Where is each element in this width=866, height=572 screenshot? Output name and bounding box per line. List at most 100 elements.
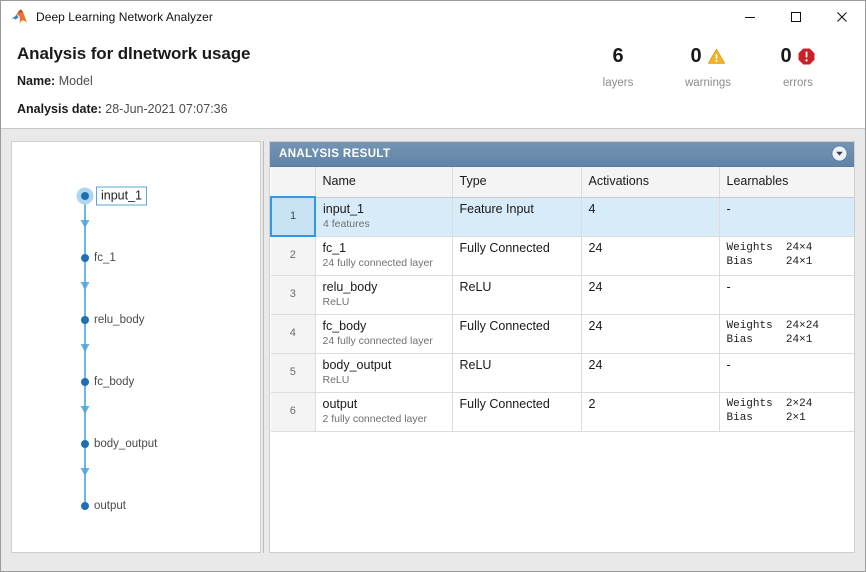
row-index-cell[interactable]: 5 [271,353,316,393]
layer-type-cell[interactable]: ReLU [452,353,582,393]
table-row[interactable]: 4 fc_body 24 fully connected layer Fully Co… [271,314,854,354]
graph-edge-arrow-icon [80,468,90,476]
graph-node[interactable] [81,316,89,324]
chevron-down-circle-icon [831,145,848,162]
layer-name-cell[interactable]: body_output ReLU [315,353,453,393]
layer-activations-cell[interactable]: 24 [581,236,720,276]
learnable-entry: Bias 24×1 [726,255,813,268]
table-row[interactable]: 1 input_1 4 features Feature Input 4- [270,196,854,237]
graph-node-label[interactable]: relu_body [94,314,145,326]
graph-node[interactable] [81,254,89,262]
row-index-cell[interactable]: 4 [271,314,316,354]
warning-triangle-icon [707,48,725,64]
graph-edge-arrow-icon [80,406,90,414]
close-button[interactable] [819,1,865,32]
layer-learnables-cell[interactable]: Weights 2×24 Bias 2×1 [719,392,854,432]
layer-type-cell[interactable]: Fully Connected [452,392,582,432]
layer-activations-cell[interactable]: 2 [581,392,720,432]
layer-learnables-cell[interactable]: - [719,275,854,315]
analysis-date-line: Analysis date: 28-Jun-2021 07:07:36 [17,102,228,116]
layer-activations-cell[interactable]: 24 [581,275,720,315]
column-header-activations[interactable]: Activations [581,167,720,198]
layer-learnables-cell[interactable]: - [719,197,854,237]
layer-type-cell[interactable]: Fully Connected [452,236,582,276]
minimize-button[interactable] [727,1,773,32]
learnable-empty: - [726,357,731,372]
matlab-logo-icon [10,8,28,26]
analysis-result-panel: ANALYSIS RESULT Name Type Activations Le… [269,141,855,553]
stat-warnings-label: warnings [684,77,732,89]
layer-name-cell[interactable]: output 2 fully connected layer [315,392,453,432]
row-index-cell[interactable]: 3 [271,275,316,315]
minimize-icon [745,16,755,18]
table-row[interactable]: 3 relu_body ReLU ReLU 24- [271,275,854,315]
column-header-index[interactable] [271,167,316,198]
layer-activations-cell[interactable]: 24 [581,353,720,393]
graph-node[interactable] [81,440,89,448]
analysis-result-title: ANALYSIS RESULT [279,148,391,160]
row-index-cell[interactable]: 6 [271,392,316,432]
model-name-label: Name: [17,74,56,88]
stat-layers: 6 layers [573,42,663,89]
analysis-result-header: ANALYSIS RESULT [270,142,854,167]
analysis-date-value: 28-Jun-2021 07:07:36 [105,102,228,116]
layer-name-cell[interactable]: fc_body 24 fully connected layer [315,314,453,354]
window-title: Deep Learning Network Analyzer [36,9,213,24]
analysis-header: Analysis for dlnetwork usage Name: Model… [1,32,865,129]
stat-errors-top: 0 [780,42,815,70]
layer-name-cell[interactable]: relu_body ReLU [315,275,453,315]
column-header-learnables[interactable]: Learnables [719,167,854,198]
network-diagram-panel[interactable]: input_1 fc_1 relu_body fc_body body_outputou… [11,141,261,553]
app-window: Deep Learning Network Analyzer Analysis … [0,0,866,572]
graph-node-label[interactable]: body_output [94,438,157,450]
layer-name: output [322,396,358,411]
layer-activations-cell[interactable]: 4 [581,197,720,237]
maximize-button[interactable] [773,1,819,32]
column-header-type[interactable]: Type [452,167,582,198]
layer-name-cell[interactable]: input_1 4 features [315,197,453,237]
close-icon [837,11,847,22]
layer-type-cell[interactable]: ReLU [452,275,582,315]
layer-description: 2 fully connected layer [322,412,427,425]
row-index-cell[interactable]: 2 [271,236,316,276]
stat-layers-top: 6 [612,42,623,70]
row-index-cell[interactable]: 1 [270,196,316,237]
layer-type-cell[interactable]: Feature Input [452,197,582,237]
layer-activations-cell[interactable]: 24 [581,314,720,354]
layers-table: Name Type Activations Learnables 1 input_… [270,167,854,432]
graph-node-label[interactable]: fc_1 [94,252,116,264]
column-header-name[interactable]: Name [315,167,453,198]
layer-description: ReLU [322,295,350,308]
collapse-button[interactable] [831,145,848,162]
layer-name-cell[interactable]: fc_1 24 fully connected layer [315,236,453,276]
graph-edge-arrow-icon [80,220,90,228]
layer-description: ReLU [322,373,350,386]
graph-node[interactable] [81,378,89,386]
graph-node[interactable] [81,192,89,200]
graph-node-label[interactable]: input_1 [96,186,148,206]
table-row[interactable]: 5 body_output ReLU ReLU 24- [271,353,854,393]
layer-name: input_1 [323,201,365,216]
table-row[interactable]: 2 fc_1 24 fully connected layer Fully Conne… [271,236,854,276]
layer-description: 24 fully connected layer [322,256,433,269]
stat-errors-label: errors [782,77,814,89]
layer-description: 24 fully connected layer [322,334,433,347]
learnable-entry: Bias 24×1 [726,333,813,346]
graph-node-label[interactable]: output [94,500,126,512]
layer-learnables-cell[interactable]: Weights 24×24 Bias 24×1 [719,314,854,354]
stat-layers-label: layers [602,77,634,89]
learnable-entry: Weights 2×24 [726,397,813,410]
stat-warnings-value: 0 [690,45,702,67]
graph-edges [80,196,90,506]
graph-edge-arrow-icon [80,344,90,352]
graph-node[interactable] [81,502,89,510]
graph-node-label[interactable]: fc_body [94,376,134,388]
panel-splitter[interactable] [263,141,264,553]
stat-warnings-top: 0 [690,42,725,70]
layer-learnables-cell[interactable]: - [719,353,854,393]
layer-name: fc_body [322,318,367,333]
table-row[interactable]: 6 output 2 fully connected layer Fully Conn… [271,392,854,432]
layer-type-cell[interactable]: Fully Connected [452,314,582,354]
graph-edge-arrow-icon [80,282,90,290]
layer-learnables-cell[interactable]: Weights 24×4 Bias 24×1 [719,236,854,276]
